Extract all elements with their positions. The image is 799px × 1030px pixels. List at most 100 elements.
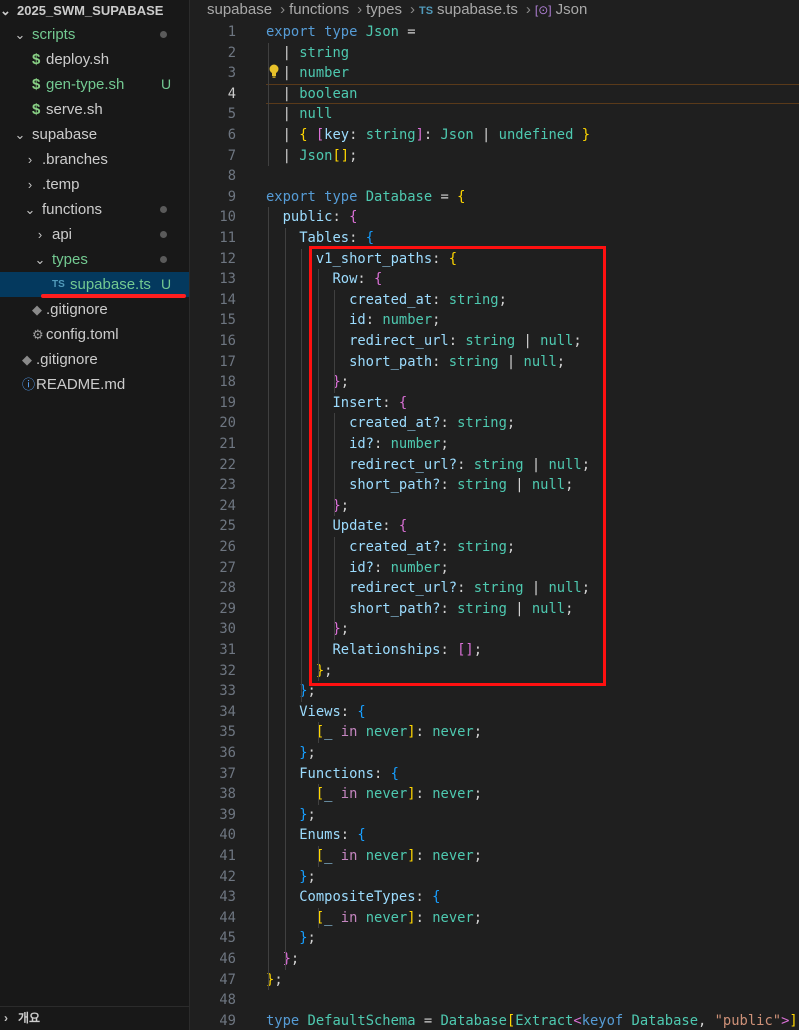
code-token: [ [315,127,325,143]
line-number: 3 [227,65,236,82]
breadcrumb-item[interactable]: functions [289,1,349,18]
chevron-right-icon: › [27,152,33,167]
breadcrumb-item[interactable]: types [366,1,402,18]
breadcrumb-symbol[interactable]: Json [556,1,588,18]
code-text: }; [266,949,300,970]
tree-item-label: scripts [32,26,76,43]
code-token: : [332,209,350,226]
code-line[interactable]: 39 }; [190,805,799,826]
line-number: 44 [219,909,236,926]
code-line[interactable]: 48 [190,990,799,1011]
tree-item-label: deploy.sh [46,51,110,68]
code-token: [ [266,724,325,741]
tree-item[interactable]: ◆ .gitignore [0,297,189,322]
indent-guide [284,228,286,970]
code-token: Database [365,188,433,205]
line-number: 43 [219,889,236,906]
line-number: 19 [219,394,236,411]
line-number: 20 [219,415,236,432]
code-line[interactable]: 44 [_ in never]: never; [190,908,799,929]
code-token: } [581,127,591,143]
code-line[interactable]: 47}; [190,970,799,991]
lightbulb-icon[interactable] [268,64,280,78]
code-token: _ [324,848,341,864]
code-line[interactable]: 41 [_ in never]: never; [190,846,799,867]
line-number: 22 [219,456,236,473]
line-number: 1 [227,24,236,40]
code-token: : [340,703,358,720]
code-line[interactable]: 10 public: { [190,207,799,228]
tree-item[interactable]: ⓘ README.md [0,372,189,397]
tree-item[interactable]: ◆ .gitignore [0,347,189,372]
code-line[interactable]: 40 Enums: { [190,825,799,846]
code-line[interactable]: 37 Functions: { [190,764,799,785]
line-number: 13 [219,271,236,288]
tree-item[interactable]: › .temp [0,172,189,197]
code-line[interactable]: 36 }; [190,743,799,764]
chevron-down-icon: ⌄ [14,27,26,42]
breadcrumb-item[interactable]: supabase [207,1,272,18]
code-line[interactable]: 9 export type Database = { [190,187,799,208]
line-number: 14 [219,291,236,308]
code-token: Functions [266,765,374,782]
code-token: | [266,127,300,143]
chevron-down-icon: ⌄ [0,3,11,18]
line-number: 2 [227,44,236,61]
tree-item[interactable]: ⌄ types [0,247,189,272]
code-token: Json [299,147,333,164]
code-line[interactable]: 5 | null [190,104,799,125]
code-line[interactable]: 2 | string [190,43,799,64]
code-token: { [432,889,441,906]
tree-item[interactable]: ⌄ scripts [0,22,189,47]
code-line[interactable]: 7 | Json[]; [190,146,799,167]
tree-item[interactable]: › api [0,222,189,247]
explorer-header[interactable]: ⌄ 2025_SWM_SUPABASE [0,0,189,22]
tree-item[interactable]: $ deploy.sh [0,47,189,72]
tree-item-label: README.md [36,376,126,393]
code-text: [_ in never]: never; [266,722,482,743]
code-token: ; [307,930,316,947]
code-line[interactable]: 35 [_ in never]: never; [190,722,799,743]
line-number: 45 [219,930,236,947]
code-line[interactable]: 4 | boolean [190,84,799,105]
code-token: boolean [299,85,358,102]
code-line[interactable]: 6 | { [key: string]: Json | undefined } [190,125,799,146]
code-token: Views [266,703,341,720]
code-token: type [266,1012,300,1029]
tree-item[interactable]: $ serve.sh [0,97,189,122]
code-line[interactable]: 8 [190,166,799,187]
code-token: Tables [266,230,350,246]
tree-item-label: .gitignore [46,301,108,318]
tree-item[interactable]: › .branches [0,147,189,172]
tree-item[interactable]: ⌄ functions [0,197,189,222]
tree-item[interactable]: ⌄ supabase [0,122,189,147]
code-line[interactable]: 34 Views: { [190,702,799,723]
tree-item[interactable]: $ gen-type.sh U [0,72,189,97]
code-token: number [299,65,350,82]
code-line[interactable]: 38 [_ in never]: never; [190,784,799,805]
code-line[interactable]: 49 type DefaultSchema = Database[Extract<… [190,1011,799,1030]
outline-section[interactable]: › 개요 [0,1006,189,1030]
code-line[interactable]: 1 export type Json = [190,22,799,43]
breadcrumb-file[interactable]: supabase.ts [437,1,518,18]
code-token: [ [266,786,325,803]
code-line[interactable]: 45 }; [190,928,799,949]
chevron-right-icon: › [409,1,415,18]
tree-item[interactable]: ⚙ config.toml [0,322,189,347]
code-text: export type Database = { [266,187,465,208]
code-line[interactable]: 3 | number [190,63,799,84]
code-token: [ [266,909,325,926]
code-line[interactable]: 42 }; [190,867,799,888]
code-token: in [340,848,358,864]
code-text: }; [266,928,316,949]
code-line[interactable]: 46 }; [190,949,799,970]
code-token: } [266,745,308,761]
code-line[interactable]: 43 CompositeTypes: { [190,887,799,908]
code-token: keyof [581,1012,624,1029]
code-token: public [266,209,333,226]
symbol-variable-icon: [⊙] [534,3,552,17]
code-token: : [423,127,441,143]
code-token: | [266,147,300,164]
